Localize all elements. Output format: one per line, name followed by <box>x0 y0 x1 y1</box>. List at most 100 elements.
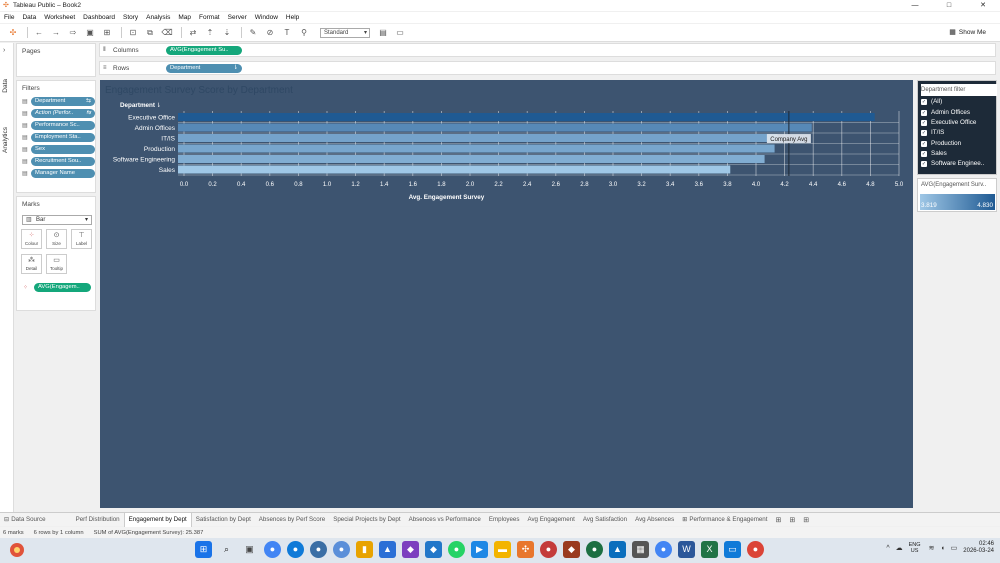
colour-mark-button[interactable]: ⁘ Colour <box>21 229 42 249</box>
maximize-button[interactable]: □ <box>932 0 966 11</box>
tab-absences-by-perf-score[interactable]: Absences by Perf Score <box>255 513 329 527</box>
task-view-icon[interactable]: ▣ <box>241 541 258 558</box>
filter-option-executive-office[interactable]: ✓ Executive Office <box>921 119 976 126</box>
filter-pill-employment-status[interactable]: Employment Sta.. <box>31 133 95 142</box>
tab-avg-absences[interactable]: Avg Absences <box>631 513 678 527</box>
tableau-logo-icon[interactable]: ✣ <box>6 27 20 39</box>
category-label[interactable]: Executive Office <box>128 115 175 122</box>
bar[interactable] <box>178 155 765 163</box>
app-icon[interactable]: ● <box>540 541 557 558</box>
bar-chart[interactable]: Executive Office Admin Offices IT/IS Produc… <box>100 80 913 508</box>
windows-start-icon[interactable]: ⊞ <box>195 541 212 558</box>
filter-row[interactable]: ▤ Manager Name <box>20 169 95 179</box>
redo-icon[interactable]: → <box>49 27 63 39</box>
app-icon[interactable]: ▦ <box>632 541 649 558</box>
filter-pill-manager-name[interactable]: Manager Name <box>31 169 95 178</box>
rows-shelf[interactable]: ≡ Rows Department ⇂ <box>99 61 996 75</box>
folder-icon[interactable]: ▬ <box>494 541 511 558</box>
tab-employees[interactable]: Employees <box>485 513 524 527</box>
checkbox-checked-icon[interactable]: ✓ <box>921 150 927 157</box>
bar[interactable] <box>178 134 778 142</box>
show-hidden-icons-icon[interactable]: ^ <box>886 545 889 552</box>
filter-row[interactable]: ▤ Action (Perfor.. ⇆ <box>20 109 95 119</box>
menu-window[interactable]: Window <box>255 14 278 21</box>
app-icon[interactable]: ◆ <box>563 541 580 558</box>
menu-story[interactable]: Story <box>123 14 138 21</box>
menu-file[interactable]: File <box>4 14 14 21</box>
filter-option-it-is[interactable]: ✓ IT/IS <box>921 129 944 136</box>
x-axis-title[interactable]: Avg. Engagement Survey <box>409 194 485 201</box>
department-filter-card[interactable]: Department filter ✓ (All) ✓ Admin Offices … <box>917 80 997 175</box>
sort-ascending-icon[interactable]: ⇡ <box>203 27 217 39</box>
tab-satisfaction-by-dept[interactable]: Satisfaction by Dept <box>192 513 255 527</box>
filter-row[interactable]: ▤ Recruitment Sou.. <box>20 157 95 167</box>
bar[interactable] <box>178 144 775 153</box>
chrome-icon[interactable]: ● <box>264 541 281 558</box>
filter-row[interactable]: ▤ Department ⇆ <box>20 97 95 107</box>
new-story-icon[interactable]: ⊞ <box>799 516 813 524</box>
clock[interactable]: 02:46 2026-03-24 <box>963 541 994 555</box>
checkbox-checked-icon[interactable]: ✓ <box>921 119 927 126</box>
filter-option-production[interactable]: ✓ Production <box>921 140 961 147</box>
tab-special-projects-by-dept[interactable]: Special Projects by Dept <box>329 513 404 527</box>
expand-pane-icon[interactable]: › <box>3 47 5 54</box>
group-icon[interactable]: ⊘ <box>263 27 277 39</box>
checkbox-checked-icon[interactable]: ✓ <box>921 160 927 167</box>
clear-sheet-icon[interactable]: ⌫ <box>160 27 174 39</box>
cloud-icon[interactable]: ☁ <box>896 544 903 552</box>
app-icon[interactable]: ● <box>310 541 327 558</box>
filter-option-all[interactable]: ✓ (All) <box>921 98 942 105</box>
new-worksheet-icon[interactable]: ⊡ <box>126 27 140 39</box>
tab-avg-engagement[interactable]: Avg Engagement <box>523 513 578 527</box>
color-legend-card[interactable]: AVG(Engagement Surv.. 3.819 4.830 <box>917 178 997 212</box>
filter-row[interactable]: ▤ Employment Sta.. <box>20 133 95 143</box>
category-label[interactable]: Sales <box>159 167 176 174</box>
rows-pill-department[interactable]: Department ⇂ <box>166 64 242 73</box>
filter-pill-performance-score[interactable]: Performance Sc.. <box>31 121 95 130</box>
app-icon[interactable]: ▲ <box>609 541 626 558</box>
chrome-icon[interactable]: ● <box>655 541 672 558</box>
marks-card[interactable]: Marks ▥ Bar ⁘ Colour ⊙ Size ⊤ Label ⁂ De… <box>16 196 96 311</box>
tooltip-mark-button[interactable]: ▭ Tooltip <box>46 254 67 274</box>
new-dashboard-icon[interactable]: ⊞ <box>785 516 799 524</box>
filter-pill-action[interactable]: Action (Perfor.. ⇆ <box>31 109 95 118</box>
filter-pill-sex[interactable]: Sex <box>31 145 95 154</box>
filter-row[interactable]: ▤ Performance Sc.. <box>20 121 95 131</box>
fix-axes-icon[interactable]: ⚲ <box>297 27 311 39</box>
bar[interactable] <box>178 113 875 121</box>
row-header-department[interactable]: Department⇂ <box>120 102 161 109</box>
analytics-tab[interactable]: Analytics <box>2 127 9 153</box>
fit-dropdown[interactable]: Standard <box>320 27 370 38</box>
app-icon[interactable]: ▲ <box>379 541 396 558</box>
checkbox-checked-icon[interactable]: ✓ <box>921 109 927 116</box>
label-mark-button[interactable]: ⊤ Label <box>71 229 92 249</box>
columns-pill-avg-engagement[interactable]: AVG(Engagement Su.. <box>166 46 242 55</box>
search-icon[interactable]: ⌕ <box>218 541 235 558</box>
show-cards-icon[interactable]: ▤ <box>376 27 390 39</box>
sort-descending-icon[interactable]: ⇣ <box>220 27 234 39</box>
mark-type-dropdown[interactable]: ▥ Bar <box>22 215 92 225</box>
undo-icon[interactable]: ← <box>32 27 46 39</box>
data-tab[interactable]: Data <box>2 79 9 93</box>
swap-rows-columns-icon[interactable]: ⇄ <box>186 27 200 39</box>
app-icon[interactable]: ▭ <box>724 541 741 558</box>
duplicate-sheet-icon[interactable]: ⧉ <box>143 27 157 39</box>
menu-map[interactable]: Map <box>178 14 191 21</box>
minimize-button[interactable]: — <box>898 0 932 11</box>
tableau-taskbar-icon[interactable]: ✣ <box>517 541 534 558</box>
app-icon[interactable]: ● <box>586 541 603 558</box>
vscode-icon[interactable]: ◆ <box>425 541 442 558</box>
visual-studio-icon[interactable]: ◆ <box>402 541 419 558</box>
sort-icon[interactable]: ⇂ <box>156 103 161 109</box>
bar[interactable] <box>178 123 812 132</box>
whatsapp-icon[interactable]: ● <box>448 541 465 558</box>
highlight-icon[interactable]: ✎ <box>246 27 260 39</box>
category-label[interactable]: Admin Offices <box>135 125 176 132</box>
menu-format[interactable]: Format <box>199 14 220 21</box>
tab-perf-distribution[interactable]: Perf Distribution <box>72 513 124 527</box>
labels-icon[interactable]: T <box>280 27 294 39</box>
filter-row[interactable]: ▤ Sex <box>20 145 95 155</box>
tab-performance-engagement[interactable]: ⊞ Performance & Engagement <box>678 513 771 527</box>
show-me-button[interactable]: ▦ Show Me <box>949 28 986 37</box>
app-icon[interactable]: ▶ <box>471 541 488 558</box>
